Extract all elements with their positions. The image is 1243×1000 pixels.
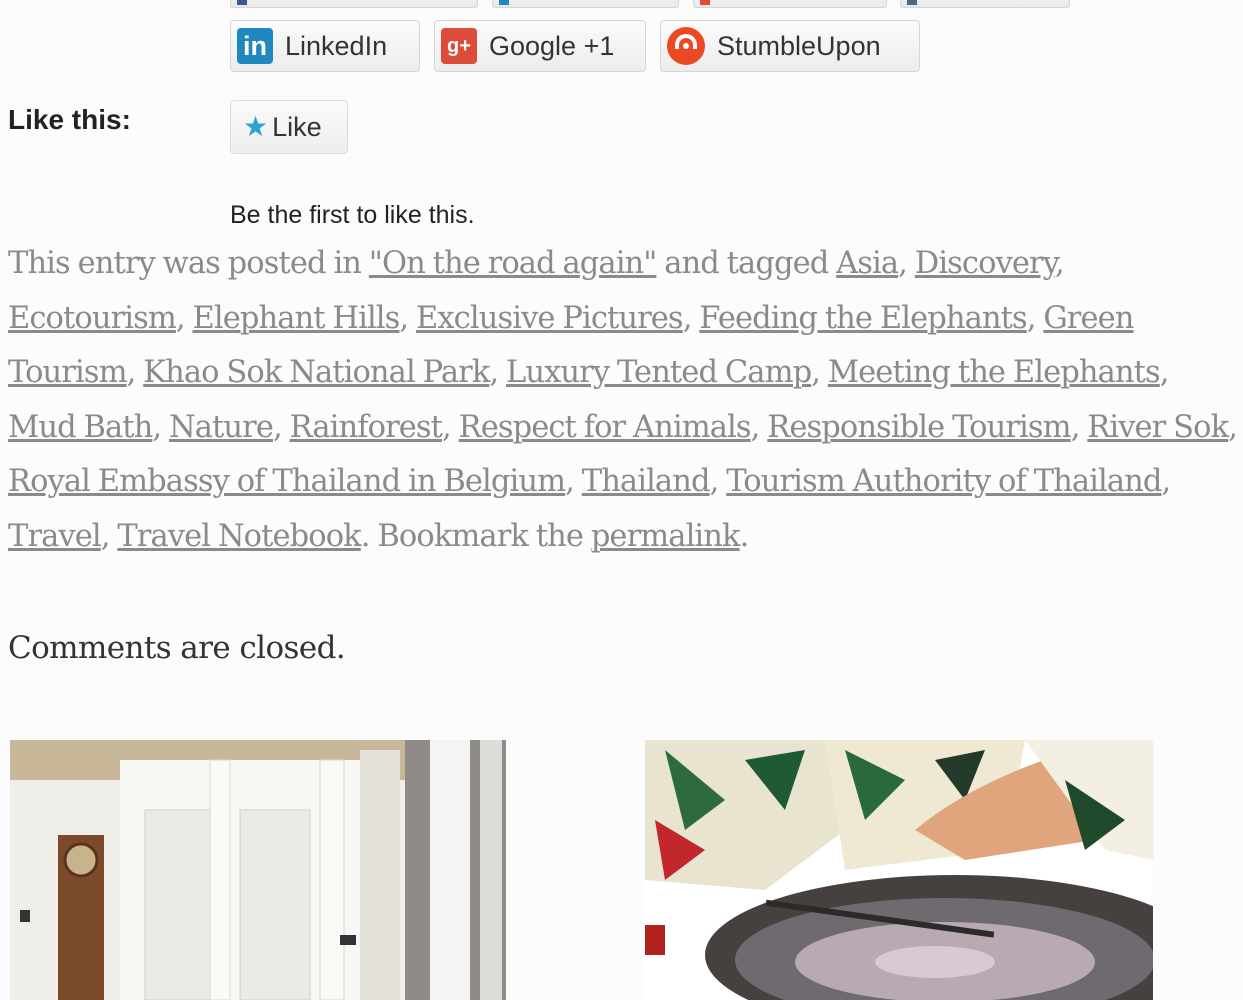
tag-link-meeting-the-elephants[interactable]: Meeting the Elephants: [828, 355, 1161, 390]
tag-link-ecotourism[interactable]: Ecotourism: [8, 301, 177, 336]
share-google-plus-label: Google +1: [489, 30, 615, 61]
entry-meta-bookmark-text: Bookmark the: [377, 518, 584, 554]
entry-meta: This entry was posted in "On the road ag…: [8, 246, 1238, 554]
interior-photo: [10, 740, 506, 1000]
star-icon: ★: [243, 111, 269, 142]
share-button-partial[interactable]: [492, 0, 679, 8]
share-google-plus-button[interactable]: g+ Google +1: [434, 20, 646, 72]
share-icon: [499, 0, 509, 5]
tag-link-river-sok[interactable]: River Sok: [1087, 410, 1229, 445]
tag-link-elephant-hills[interactable]: Elephant Hills: [192, 301, 400, 336]
permalink-link[interactable]: permalink: [591, 519, 741, 554]
tag-link-thailand[interactable]: Thailand: [582, 464, 711, 499]
share-button-partial[interactable]: [900, 0, 1070, 8]
tag-link-respect-for-animals[interactable]: Respect for Animals: [459, 410, 752, 445]
tag-link-rainforest[interactable]: Rainforest: [290, 410, 443, 445]
tag-link-travel[interactable]: Travel: [8, 519, 102, 554]
share-linkedin-button[interactable]: in LinkedIn: [230, 20, 420, 72]
share-stumbleupon-button[interactable]: StumbleUpon: [660, 20, 920, 72]
tag-link-khao-sok-national-park[interactable]: Khao Sok National Park: [143, 355, 490, 390]
share-button-partial[interactable]: [230, 0, 478, 8]
tag-link-exclusive-pictures[interactable]: Exclusive Pictures: [416, 301, 684, 336]
tag-link-asia[interactable]: Asia: [836, 246, 899, 281]
share-linkedin-label: LinkedIn: [285, 30, 388, 61]
comments-closed-notice: Comments are closed.: [8, 630, 346, 666]
tag-link-luxury-tented-camp[interactable]: Luxury Tented Camp: [506, 355, 812, 390]
share-button-partial[interactable]: [693, 0, 887, 8]
tag-link-responsible-tourism[interactable]: Responsible Tourism: [767, 410, 1071, 445]
related-post-thumbnail-interior[interactable]: [10, 740, 506, 1000]
entry-meta-tagged-text: and tagged: [664, 246, 829, 281]
tag-link-nature[interactable]: Nature: [169, 410, 274, 445]
like-button-label: Like: [272, 111, 322, 142]
first-like-text: Be the first to like this.: [230, 201, 475, 229]
like-this-heading: Like this:: [8, 104, 131, 135]
tag-link-mud-bath[interactable]: Mud Bath: [8, 410, 153, 445]
tag-link-discovery[interactable]: Discovery: [915, 246, 1056, 281]
like-button[interactable]: ★ Like: [230, 100, 348, 154]
tag-link-travel-notebook[interactable]: Travel Notebook: [117, 519, 361, 554]
stumbleupon-icon: [667, 27, 705, 65]
share-icon: [700, 0, 710, 5]
share-stumbleupon-label: StumbleUpon: [717, 30, 881, 61]
category-link[interactable]: "On the road again": [369, 246, 657, 281]
tag-link-feeding-the-elephants[interactable]: Feeding the Elephants: [699, 301, 1027, 336]
tag-link-royal-embassy-of-thailand-in-belgium[interactable]: Royal Embassy of Thailand in Belgium: [8, 464, 566, 499]
linkedin-icon: in: [237, 28, 273, 64]
turntable-photo: [645, 740, 1153, 1000]
tag-link-tourism-authority-of-thailand[interactable]: Tourism Authority of Thailand: [726, 464, 1162, 499]
related-post-thumbnail-turntable[interactable]: [645, 740, 1153, 1000]
entry-meta-prefix: This entry was posted in: [8, 246, 362, 281]
google-plus-icon: g+: [441, 28, 477, 64]
share-icon: [237, 0, 247, 5]
share-icon: [907, 0, 917, 5]
